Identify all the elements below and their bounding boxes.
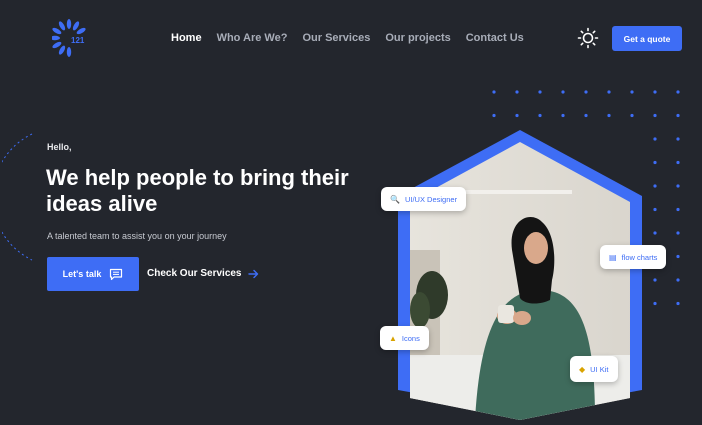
decorative-arc [2,133,33,261]
hero-headline: We help people to bring their ideas aliv… [46,165,349,216]
theme-toggle[interactable] [577,27,599,49]
dot [630,113,634,118]
chip-ui-ux-designer: 🔍 UI/UX Designer [381,187,467,211]
nav-who-are-we[interactable]: Who Are We? [217,32,288,44]
chip-icons: ▲ Icons [380,326,429,350]
chip-ui-kit: ◆ UI Kit [570,356,618,382]
dot [492,90,496,94]
dot [538,113,542,118]
chip-flow-charts: ▤ flow charts [600,245,667,269]
dot [653,113,657,118]
sun-icon [577,27,599,49]
check-our-services-label: Check Our Services [147,268,242,279]
dot [515,90,519,94]
chart-icon: ▤ [609,252,617,262]
dot [653,278,657,282]
chip-label: UI/UX Designer [404,194,458,204]
dot [653,301,657,306]
check-our-services-link[interactable]: Check Our Services [147,268,259,279]
chat-icon [110,268,123,280]
dot [561,90,565,94]
dot [676,301,680,306]
dot [584,113,588,118]
nav-contact-us[interactable]: Contact Us [466,32,524,44]
bell-icon: ▲ [389,333,397,343]
dot [653,231,657,235]
nav-our-projects[interactable]: Our projects [385,32,450,44]
dot [676,90,680,94]
search-icon: 🔍 [390,194,400,204]
lets-talk-label: Let's talk [62,269,102,279]
chip-label: UI Kit [590,364,609,374]
brand-logo[interactable]: 121 [50,18,86,58]
hero-tagline: A talented team to assist you on your jo… [47,231,227,241]
dot [653,90,657,94]
chip-label: Icons [401,333,420,343]
dot [676,113,680,118]
dot [676,160,680,165]
dot [676,184,680,188]
lets-talk-button[interactable]: Let's talk [47,257,139,291]
dot [492,113,496,118]
dot [607,90,611,94]
svg-text:121: 121 [71,36,85,45]
chip-label: flow charts [621,252,658,262]
dot [630,90,634,94]
nav-home[interactable]: Home [171,32,202,44]
dot [676,207,680,212]
nav-our-services[interactable]: Our Services [302,32,370,44]
tag-icon: ◆ [579,364,586,374]
get-a-quote-button[interactable]: Get a quote [612,26,682,51]
dot [676,137,680,141]
dot [561,113,565,118]
dot [607,113,611,118]
main-nav: Home Who Are We? Our Services Our projec… [171,32,539,44]
dot [676,254,680,259]
logo-icon: 121 [50,19,86,57]
dot [653,207,657,212]
dot [515,113,519,118]
dot [653,184,657,188]
dot [584,90,588,94]
hero-greeting: Hello, [47,142,72,152]
arrow-right-icon [247,269,258,278]
dot [676,231,680,235]
dot [676,278,680,282]
dot [653,160,657,165]
dot [538,90,542,94]
dot [653,137,657,141]
